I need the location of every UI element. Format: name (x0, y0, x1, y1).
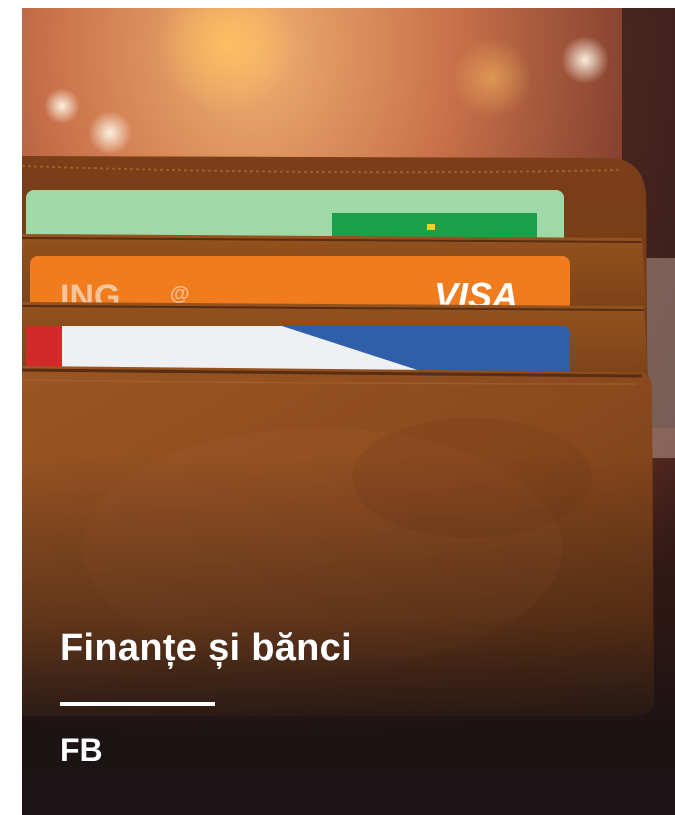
card-code: FB (60, 732, 103, 768)
svg-text:@: @ (170, 283, 190, 305)
title-divider (60, 702, 215, 706)
card-title[interactable]: Finanțe și bănci (60, 626, 352, 670)
category-card[interactable]: ING @ VISA Finanțe și bănci FB (22, 8, 675, 815)
